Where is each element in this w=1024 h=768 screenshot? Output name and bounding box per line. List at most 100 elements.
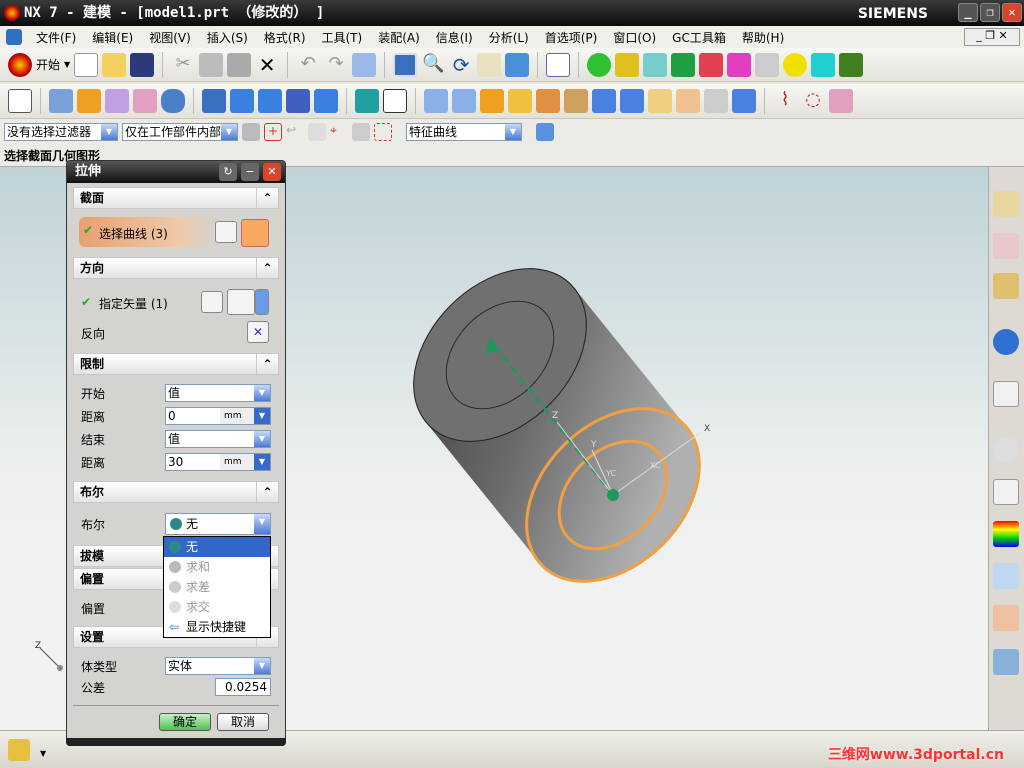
menu-window[interactable]: 窗口(O) — [605, 29, 664, 46]
sketch-section-button[interactable] — [215, 221, 237, 243]
assembly-navigator-icon[interactable] — [993, 191, 1019, 217]
start-icon[interactable] — [8, 52, 32, 77]
direction-header[interactable]: 方向 ⌃ — [73, 257, 279, 279]
assembly-filter-icon[interactable] — [242, 123, 260, 141]
start-distance-input[interactable]: 0 mm ▼ — [165, 407, 271, 425]
reverse-direction-button[interactable]: ✕ — [247, 321, 269, 343]
tolerance-input[interactable]: 0.0254 — [215, 678, 271, 696]
menu-preferences[interactable]: 首选项(P) — [537, 29, 606, 46]
vector-type-dropdown[interactable] — [255, 289, 269, 315]
limits-header[interactable]: 限制 ⌃ — [73, 353, 279, 375]
info-icon[interactable] — [993, 329, 1019, 355]
delete-icon[interactable]: ✕ — [255, 53, 279, 77]
constraint-navigator-icon[interactable] — [993, 233, 1019, 259]
close-dialog-button[interactable]: ✕ — [263, 163, 281, 181]
quick-access-icon[interactable] — [8, 739, 30, 761]
snap-point-icon[interactable]: + — [264, 123, 282, 141]
menu-analysis[interactable]: 分析(L) — [481, 29, 537, 46]
thicken-icon[interactable] — [648, 89, 672, 113]
cyan-shape-icon[interactable] — [811, 52, 836, 77]
paste-icon[interactable] — [227, 52, 252, 77]
undo-icon[interactable]: ↶ — [296, 53, 320, 77]
bridge-icon[interactable] — [352, 123, 370, 141]
mirror-icon[interactable] — [704, 89, 728, 113]
curve-icon[interactable]: ⌇ — [773, 89, 797, 113]
option-intersect[interactable]: 求交 — [164, 597, 270, 617]
i-profile-icon[interactable] — [699, 52, 724, 77]
face-blend-icon[interactable] — [508, 89, 532, 113]
menu-information[interactable]: 信息(I) — [428, 29, 481, 46]
ok-button[interactable]: 确定 — [159, 713, 211, 731]
draft-icon[interactable] — [564, 89, 588, 113]
plus-yellow-icon[interactable] — [783, 52, 808, 77]
zoom-icon[interactable]: 🔍 — [421, 53, 445, 77]
sweep-icon[interactable] — [105, 89, 129, 113]
command-finder-icon[interactable] — [352, 52, 377, 77]
select-curve-row[interactable]: ✔ 选择曲线 (3) — [79, 217, 219, 247]
unite-icon[interactable] — [732, 89, 756, 113]
channel-icon[interactable] — [727, 52, 752, 77]
body-filter-icon[interactable] — [536, 123, 554, 141]
orient-view-icon[interactable] — [505, 52, 530, 77]
green-tool-icon[interactable] — [839, 52, 864, 77]
wcs-icon[interactable] — [546, 52, 571, 77]
gear-green-icon[interactable] — [587, 52, 612, 77]
menu-insert[interactable]: 插入(S) — [199, 29, 256, 46]
start-button[interactable]: 开始 — [36, 56, 60, 73]
pad-icon[interactable] — [286, 89, 310, 113]
option-none[interactable]: 无 — [164, 537, 270, 557]
start-option-dropdown[interactable]: 值 ▼ — [165, 384, 271, 402]
close-window-button[interactable]: ✕ — [1002, 3, 1022, 22]
restore-window-button[interactable]: ❐ — [980, 3, 1000, 22]
option-subtract[interactable]: 求差 — [164, 577, 270, 597]
section-header[interactable]: 截面 ⌃ — [73, 187, 279, 209]
nx5-hole-icon[interactable] — [202, 89, 226, 113]
inferred-vector-button[interactable] — [227, 289, 255, 315]
fit-icon[interactable] — [393, 52, 418, 77]
menu-format[interactable]: 格式(R) — [256, 29, 314, 46]
chamfer-icon[interactable] — [452, 89, 476, 113]
process-studio-icon[interactable] — [993, 563, 1019, 589]
palette-icon[interactable] — [993, 521, 1019, 547]
shaft-icon[interactable] — [643, 52, 668, 77]
type-filter-dropdown[interactable]: 没有选择过滤器 ▼ — [4, 123, 118, 141]
shell-icon[interactable] — [480, 89, 504, 113]
menu-file[interactable]: 文件(F) — [28, 29, 84, 46]
soft-blend-icon[interactable] — [536, 89, 560, 113]
trim-body-icon[interactable] — [620, 89, 644, 113]
option-unite[interactable]: 求和 — [164, 557, 270, 577]
menu-tools[interactable]: 工具(T) — [314, 29, 371, 46]
menu-gc-toolkit[interactable]: GC工具箱 — [664, 29, 734, 46]
reset-icon[interactable]: ↻ — [219, 163, 237, 181]
menu-assemblies[interactable]: 装配(A) — [370, 29, 428, 46]
web-browser-icon[interactable] — [993, 381, 1019, 407]
offset-face-icon[interactable] — [592, 89, 616, 113]
pan-icon[interactable] — [477, 52, 502, 77]
new-icon[interactable] — [74, 52, 99, 77]
rotate-icon[interactable]: ⟳ — [449, 53, 473, 77]
sketch-icon[interactable] — [8, 89, 32, 113]
minimize-window-button[interactable]: _ — [958, 3, 978, 22]
end-distance-input[interactable]: 30 mm ▼ — [165, 453, 271, 471]
open-icon[interactable] — [102, 52, 127, 77]
reuse-library-icon[interactable] — [993, 479, 1019, 505]
extrude-icon[interactable] — [49, 89, 73, 113]
revolve-icon[interactable] — [77, 89, 101, 113]
eraser-icon[interactable] — [308, 123, 326, 141]
datum-plane-icon[interactable] — [383, 89, 407, 113]
tube-icon[interactable] — [133, 89, 157, 113]
save-icon[interactable] — [130, 52, 155, 77]
copy-icon[interactable] — [199, 52, 224, 77]
pocket-icon[interactable] — [258, 89, 282, 113]
boss-icon[interactable] — [230, 89, 254, 113]
scope-filter-dropdown[interactable]: 仅在工作部件内部 ▼ — [122, 123, 238, 141]
system-scenes-icon[interactable] — [993, 649, 1019, 675]
menu-view[interactable]: 视图(V) — [141, 29, 199, 46]
rectangle-select-icon[interactable] — [374, 123, 392, 141]
part-navigator-icon[interactable] — [993, 273, 1019, 299]
end-option-dropdown[interactable]: 值 ▼ — [165, 430, 271, 448]
spring-icon[interactable] — [615, 52, 640, 77]
roles-icon[interactable] — [993, 605, 1019, 631]
menu-help[interactable]: 帮助(H) — [734, 29, 792, 46]
menu-edit[interactable]: 编辑(E) — [84, 29, 141, 46]
